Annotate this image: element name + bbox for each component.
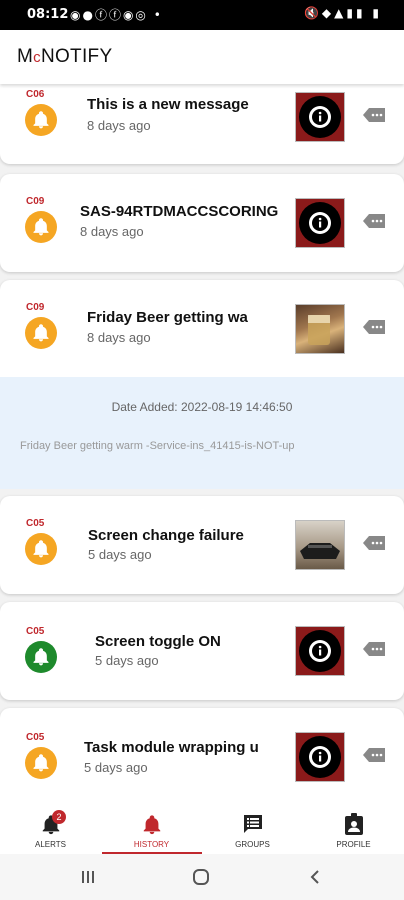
- alert-time: 8 days ago: [87, 330, 151, 345]
- alert-code: C05: [26, 626, 45, 637]
- alert-time: 5 days ago: [84, 760, 148, 775]
- alert-card-expanded[interactable]: C09 Friday Beer getting wa 8 days ago: [0, 280, 404, 377]
- alert-time: 5 days ago: [88, 547, 152, 562]
- bell-icon: [25, 211, 57, 243]
- info-thumbnail[interactable]: [295, 626, 345, 676]
- photo-thumbnail[interactable]: [295, 304, 345, 354]
- message-icon[interactable]: [363, 320, 385, 334]
- status-bar: 08:12 ◉●ⓕⓕ◉◎ • 🔇◆▲▮▮ ▮: [0, 0, 404, 30]
- alert-history-list[interactable]: C06 This is a new message 8 days ago C09…: [0, 84, 404, 806]
- tab-label: PROFILE: [336, 840, 371, 849]
- message-icon[interactable]: [363, 536, 385, 550]
- alert-card[interactable]: C09 SAS-94RTDMACCSCORING 8 days ago: [0, 174, 404, 272]
- profile-icon: [345, 813, 363, 835]
- alert-message-body: Friday Beer getting warm -Service-ins_41…: [20, 440, 295, 452]
- system-status-icons: 🔇◆▲▮▮ ▮: [303, 6, 382, 20]
- alert-title: Screen toggle ON: [95, 633, 221, 650]
- info-thumbnail[interactable]: [295, 92, 345, 142]
- home-icon[interactable]: [192, 868, 210, 886]
- message-icon[interactable]: [363, 748, 385, 762]
- recents-icon[interactable]: [80, 869, 96, 885]
- tab-label: HISTORY: [133, 840, 170, 849]
- alert-card[interactable]: C05 Task module wrapping u 5 days ago: [0, 708, 404, 806]
- alert-code: C05: [26, 518, 45, 529]
- photo-thumbnail[interactable]: [295, 520, 345, 570]
- system-navigation-bar: [0, 854, 404, 900]
- notification-icons: ◉●ⓕⓕ◉◎ •: [70, 8, 163, 22]
- message-icon[interactable]: [363, 214, 385, 228]
- alert-card[interactable]: C06 This is a new message 8 days ago: [0, 84, 404, 164]
- message-icon[interactable]: [363, 108, 385, 122]
- app-bar: McNOTIFY: [0, 30, 404, 84]
- alert-time: 8 days ago: [87, 118, 151, 133]
- alert-card[interactable]: C05 Screen toggle ON 5 days ago: [0, 602, 404, 700]
- message-icon[interactable]: [363, 642, 385, 656]
- tab-history[interactable]: HISTORY: [101, 806, 202, 854]
- alert-code: C09: [26, 196, 45, 207]
- tab-label: GROUPS: [235, 840, 270, 849]
- bell-icon: [25, 104, 57, 136]
- alert-code: C05: [26, 732, 45, 743]
- tab-label: ALERTS: [35, 840, 66, 849]
- bottom-navigation: 2 ALERTS HISTORY GROUPS PROFILE: [0, 806, 404, 854]
- bell-icon: [143, 815, 161, 835]
- bell-icon: [25, 533, 57, 565]
- bell-icon: [25, 641, 57, 673]
- date-added: Date Added: 2022-08-19 14:46:50: [111, 400, 293, 414]
- alert-card[interactable]: C05 Screen change failure 5 days ago: [0, 496, 404, 594]
- bell-icon: [25, 747, 57, 779]
- alert-title: Friday Beer getting wa: [87, 309, 248, 326]
- groups-icon: [244, 815, 262, 833]
- tab-alerts[interactable]: 2 ALERTS: [0, 806, 101, 854]
- info-thumbnail[interactable]: [295, 732, 345, 782]
- alert-detail-panel: Date Added: 2022-08-19 14:46:50 Friday B…: [0, 377, 404, 489]
- info-thumbnail[interactable]: [295, 198, 345, 248]
- alert-title: Task module wrapping u: [84, 739, 259, 756]
- bell-icon: [25, 317, 57, 349]
- tab-groups[interactable]: GROUPS: [202, 806, 303, 854]
- status-time: 08:12: [27, 7, 69, 22]
- alert-title: Screen change failure: [88, 527, 244, 544]
- alert-code: C09: [26, 302, 45, 313]
- app-logo: McNOTIFY: [17, 46, 113, 67]
- alert-code: C06: [26, 89, 45, 100]
- alert-time: 5 days ago: [95, 653, 159, 668]
- alert-title: This is a new message: [87, 96, 249, 113]
- tab-profile[interactable]: PROFILE: [303, 806, 404, 854]
- back-icon[interactable]: [308, 869, 322, 885]
- alert-time: 8 days ago: [80, 224, 144, 239]
- alert-title: SAS-94RTDMACCSCORING: [80, 203, 279, 220]
- alerts-badge: 2: [52, 810, 66, 824]
